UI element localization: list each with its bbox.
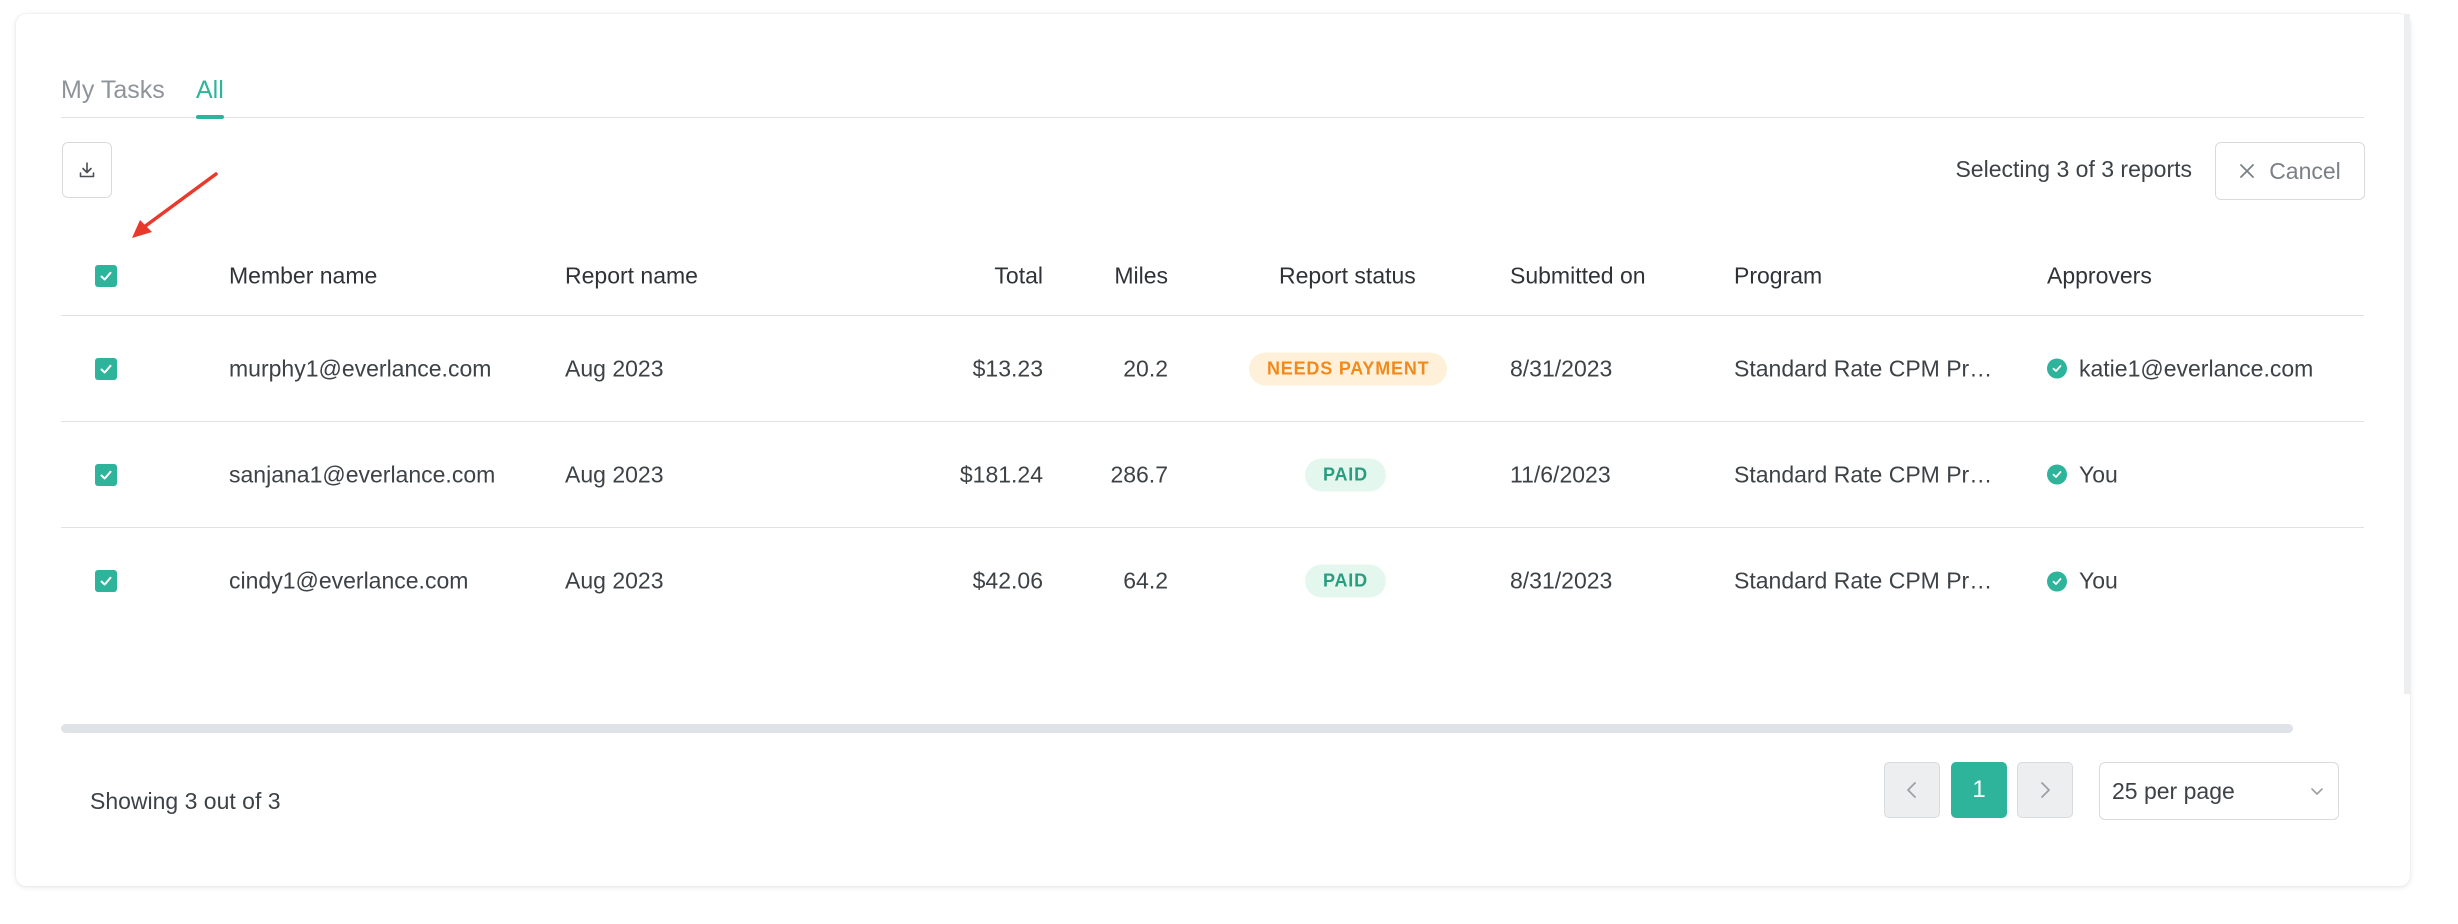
check-icon	[100, 364, 112, 373]
selection-count: Selecting 3 of 3 reports	[1955, 156, 2192, 182]
status-badge: PAID	[1305, 564, 1386, 598]
vertical-scrollbar[interactable]	[2404, 14, 2410, 694]
header-report-name[interactable]: Report name	[565, 262, 698, 289]
table-row[interactable]: murphy1@everlance.com Aug 2023 $13.23 20…	[61, 316, 2364, 422]
header-submitted-on[interactable]: Submitted on	[1510, 262, 1646, 289]
chevron-down-icon	[2311, 788, 2323, 795]
chevron-right-icon	[2041, 782, 2050, 798]
showing-count: Showing 3 out of 3	[90, 788, 281, 814]
cancel-button[interactable]: Cancel	[2215, 142, 2365, 200]
tab-all[interactable]: All	[196, 76, 224, 119]
submitted-on: 8/31/2023	[1510, 355, 1613, 381]
cancel-label: Cancel	[2269, 157, 2341, 184]
reports-card: My Tasks All Selecting 3 of 3 reports Ca…	[16, 14, 2410, 886]
reports-table: Member name Report name Total Miles Repo…	[61, 236, 2364, 634]
per-page-value: 25 per page	[2112, 777, 2235, 804]
page-button-current[interactable]: 1	[1951, 762, 2007, 818]
download-button[interactable]	[62, 142, 112, 198]
per-page-select[interactable]: 25 per page	[2099, 762, 2339, 820]
prev-page-button[interactable]	[1884, 762, 1940, 818]
next-page-button[interactable]	[2017, 762, 2073, 818]
approver: katie1@everlance.com	[2047, 355, 2313, 382]
close-icon	[2240, 164, 2255, 178]
approver: You	[2047, 461, 2118, 488]
status-badge: PAID	[1305, 458, 1386, 491]
row-checkbox[interactable]	[95, 570, 117, 592]
miles: 286.7	[1110, 461, 1168, 487]
status-badge: NEEDS PAYMENT	[1249, 352, 1448, 385]
program: Standard Rate CPM Pr…	[1734, 567, 1993, 594]
header-approvers[interactable]: Approvers	[2047, 262, 2152, 289]
miles: 64.2	[1123, 567, 1168, 594]
header-miles[interactable]: Miles	[1114, 262, 1168, 289]
status-cell: PAID	[1305, 458, 1386, 491]
select-all-checkbox[interactable]	[95, 264, 117, 287]
approver-name: You	[2079, 461, 2118, 487]
tab-bar: My Tasks All	[61, 62, 2364, 119]
member-name: murphy1@everlance.com	[229, 355, 492, 381]
program: Standard Rate CPM Pr…	[1734, 461, 1993, 487]
member-name: sanjana1@everlance.com	[229, 461, 496, 487]
approver-name: katie1@everlance.com	[2079, 355, 2314, 381]
total: $13.23	[972, 355, 1043, 381]
table-header: Member name Report name Total Miles Repo…	[61, 236, 2364, 316]
status-cell: NEEDS PAYMENT	[1249, 352, 1448, 385]
annotation-arrow-icon	[132, 172, 218, 238]
table-row[interactable]: cindy1@everlance.com Aug 2023 $42.06 64.…	[61, 528, 2364, 634]
header-member-name[interactable]: Member name	[229, 262, 377, 289]
report-name: Aug 2023	[565, 355, 664, 381]
horizontal-scrollbar[interactable]	[61, 724, 2293, 733]
report-name: Aug 2023	[565, 461, 664, 487]
header-report-status[interactable]: Report status	[1279, 262, 1416, 289]
miles: 20.2	[1123, 355, 1168, 381]
chevron-left-icon	[1907, 782, 1916, 798]
approved-check-icon	[2047, 571, 2067, 591]
status-cell: PAID	[1305, 564, 1386, 598]
total: $181.24	[959, 461, 1043, 487]
program: Standard Rate CPM Pr…	[1734, 355, 1993, 381]
report-name: Aug 2023	[565, 567, 664, 594]
header-program[interactable]: Program	[1734, 262, 1822, 289]
download-icon	[79, 162, 95, 178]
row-checkbox[interactable]	[95, 357, 117, 380]
approver: You	[2047, 568, 2118, 595]
submitted-on: 8/31/2023	[1510, 567, 1613, 594]
submitted-on: 11/6/2023	[1510, 461, 1611, 487]
check-icon	[100, 576, 112, 586]
table-row[interactable]: sanjana1@everlance.com Aug 2023 $181.24 …	[61, 422, 2364, 528]
approver-name: You	[2079, 567, 2118, 594]
check-icon	[100, 271, 112, 280]
check-icon	[100, 470, 112, 479]
row-checkbox[interactable]	[95, 463, 117, 486]
total: $42.06	[972, 567, 1043, 594]
tab-my-tasks[interactable]: My Tasks	[61, 76, 165, 105]
approved-check-icon	[2047, 358, 2067, 379]
header-total[interactable]: Total	[994, 262, 1043, 289]
approved-check-icon	[2047, 464, 2067, 485]
member-name: cindy1@everlance.com	[229, 567, 469, 594]
